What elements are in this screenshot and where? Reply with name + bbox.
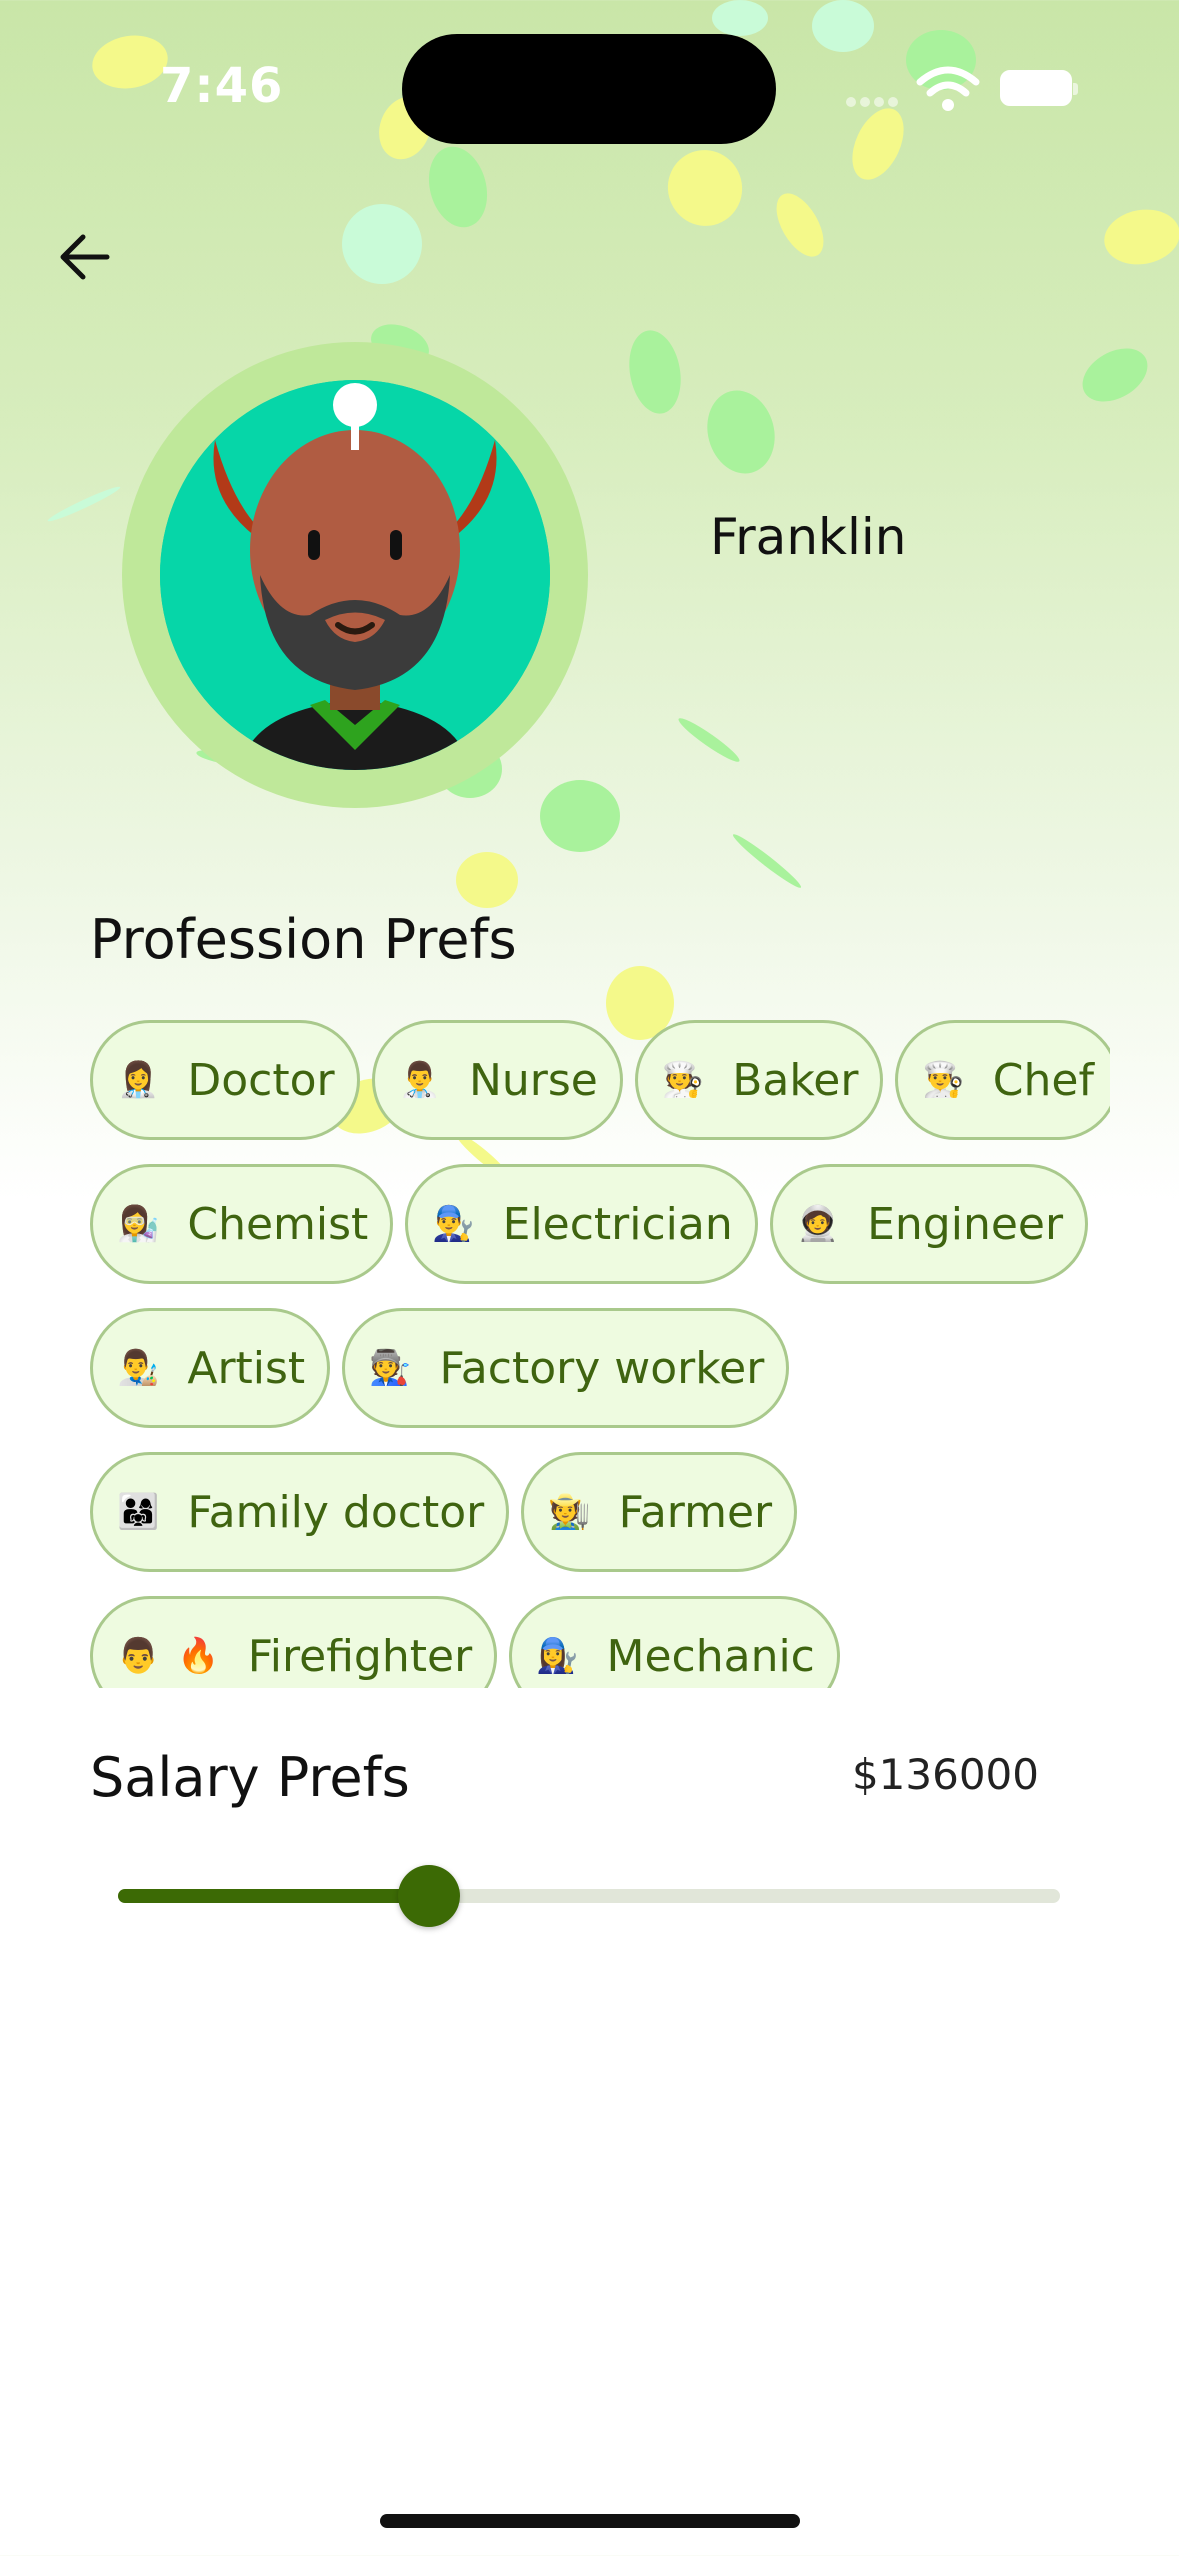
profession-chip-list[interactable]: 👩‍⚕️ Doctor 👨‍⚕️ Nurse 🧑‍🍳 Baker 👨‍🍳 Chef 👩‍🔬 Che… [90,1020,1110,1688]
chip-row: 👨‍🎨 Artist 🧑‍🏭 Factory worker [90,1308,1110,1428]
profile-name: Franklin [710,508,907,566]
chip-row: 👩‍🔬 Chemist 👨‍🔧 Electrician 🧑‍🚀 Engineer [90,1164,1110,1284]
profession-emoji-icon: 👩‍🔧 [536,1636,579,1676]
bearded-man-avatar-icon [160,380,550,770]
chip-row: 👨 🔥 Firefighter 👩‍🔧 Mechanic [90,1596,1110,1688]
profession-chip-electrician[interactable]: 👨‍🔧 Electrician [405,1164,758,1284]
profession-chip-label: Artist [187,1342,306,1394]
profession-emoji-icon: 🧑‍🌾 [548,1492,591,1532]
profession-emoji-icon: 👨 [117,1636,160,1676]
chip-row: 👩‍⚕️ Doctor 👨‍⚕️ Nurse 🧑‍🍳 Baker 👨‍🍳 Chef [90,1020,1110,1140]
profession-chip-nurse[interactable]: 👨‍⚕️ Nurse [371,1020,623,1140]
salary-slider-fill [118,1889,429,1903]
salary-prefs-title: Salary Prefs [90,1746,410,1809]
status-time: 7:46 [160,58,284,114]
dynamic-island [402,34,776,144]
profession-chip-label: Farmer [618,1486,773,1538]
profession-emoji-icon: 👨‍⚕️ [398,1060,441,1100]
profession-chip-firefighter[interactable]: 👨 🔥 Firefighter [90,1596,498,1688]
salary-slider[interactable] [118,1865,1060,1927]
profession-chip-label: Family doctor [187,1486,485,1538]
profession-emoji-icon: 👨‍🍳 [922,1060,965,1100]
profession-emoji-icon: 🧑‍🍳 [661,1060,705,1100]
profession-chip-farmer[interactable]: 🧑‍🌾 Farmer [521,1452,798,1572]
profession-chip-artist[interactable]: 👨‍🎨 Artist [90,1308,331,1428]
avatar [160,380,550,770]
profession-chip-doctor[interactable]: 👩‍⚕️ Doctor [90,1020,360,1140]
profession-chip-label: Firefighter [247,1630,473,1682]
profession-chip-chemist[interactable]: 👩‍🔬 Chemist [90,1164,394,1284]
profession-chip-label: Mechanic [606,1630,815,1682]
profession-chip-label: Factory worker [439,1342,765,1394]
profession-chip-label: Chemist [187,1198,369,1250]
profession-emoji-icon: 👨‍🎨 [117,1348,160,1388]
profession-emoji-icon: 🧑‍🏭 [369,1348,412,1388]
profession-emoji-icon: 👨‍👩‍👧 [117,1492,160,1532]
profession-chip-label: Electrician [502,1198,733,1250]
profession-emoji-icon: 🧑‍🚀 [796,1204,840,1244]
profession-chip-engineer[interactable]: 🧑‍🚀 Engineer [769,1164,1089,1284]
chip-row: 👨‍👩‍👧 Family doctor 🧑‍🌾 Farmer [90,1452,1110,1572]
back-button[interactable] [50,222,120,292]
profession-emoji-icon: 👩‍🔬 [117,1204,160,1244]
signal-dots-icon [846,92,906,107]
profession-chip-chef[interactable]: 👨‍🍳 Chef [895,1020,1110,1140]
salary-slider-thumb[interactable] [397,1865,460,1927]
wifi-icon [916,64,980,114]
profession-emoji-icon: 🔥 [177,1636,220,1676]
home-indicator [380,2514,800,2528]
profession-chip-factory-worker[interactable]: 🧑‍🏭 Factory worker [342,1308,790,1428]
profession-chip-family-doctor[interactable]: 👨‍👩‍👧 Family doctor [90,1452,510,1572]
profession-chip-mechanic[interactable]: 👩‍🔧 Mechanic [509,1596,840,1688]
profession-chip-label: Baker [732,1054,859,1106]
profession-chip-label: Engineer [867,1198,1064,1250]
profession-chip-baker[interactable]: 🧑‍🍳 Baker [634,1020,884,1140]
profession-emoji-icon: 👩‍⚕️ [117,1060,160,1100]
profession-prefs-title: Profession Prefs [90,908,517,971]
arrow-left-icon [60,234,110,280]
profession-chip-label: Doctor [187,1054,335,1106]
battery-icon [1000,70,1078,106]
salary-value: $136000 [851,1750,1039,1799]
profession-chip-label: Nurse [468,1054,598,1106]
profession-chip-label: Chef [992,1054,1094,1106]
profession-emoji-icon: 👨‍🔧 [432,1204,475,1244]
